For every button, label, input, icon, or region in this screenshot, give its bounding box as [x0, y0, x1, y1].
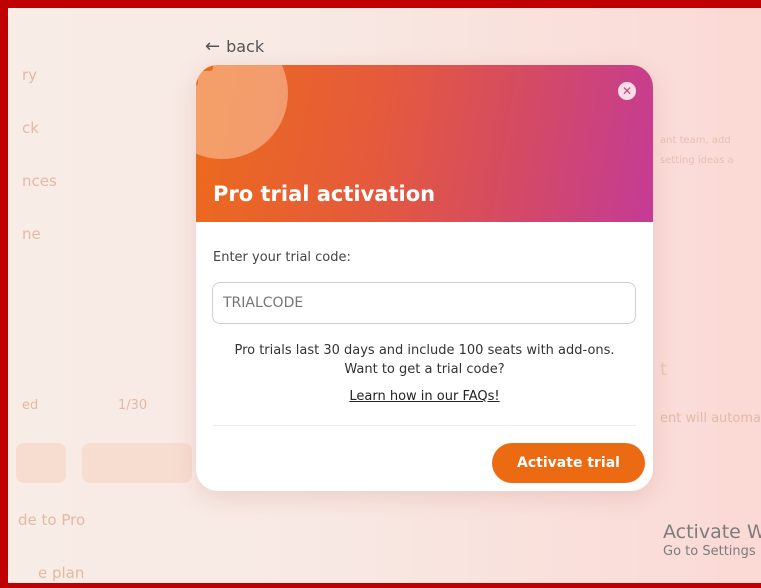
activation-watermark: Activate W [663, 521, 761, 543]
trial-info-text: Pro trials last 30 days and include 100 … [196, 341, 653, 379]
bg-right-text: ent will automat [660, 411, 761, 426]
bg-upgrade-link: de to Pro [18, 511, 86, 529]
faq-link[interactable]: Learn how in our FAQs! [349, 389, 499, 404]
bg-box [16, 443, 66, 483]
app-window: ry ck nces ne ed 1/30 de to Pro e plan a… [0, 0, 761, 588]
trial-info-line: Want to get a trial code? [344, 362, 505, 377]
bg-menu-item-1: ry [22, 66, 38, 84]
modal-header: ✕ Pro trial activation [196, 65, 653, 222]
activation-watermark-sub: Go to Settings [663, 544, 756, 559]
bg-menu-item-4: ne [22, 225, 41, 243]
plus-icon [196, 65, 213, 71]
activate-trial-button[interactable]: Activate trial [492, 443, 645, 483]
trial-info-line: Pro trials last 30 days and include 100 … [234, 343, 615, 358]
plus-badge [196, 65, 288, 159]
trial-code-input[interactable] [212, 282, 636, 324]
divider [213, 425, 636, 426]
bg-plan-link: e plan [38, 564, 85, 582]
bg-stat-label: ed [22, 398, 39, 413]
faq-link-row: Learn how in our FAQs! [196, 389, 653, 404]
modal-title: Pro trial activation [213, 182, 436, 206]
trial-code-label: Enter your trial code: [213, 250, 351, 265]
back-label: back [226, 37, 265, 56]
bg-right-text: ant team, add [660, 135, 731, 146]
bg-menu-item-3: nces [22, 172, 57, 190]
arrow-left-icon: ← [205, 35, 221, 57]
back-link[interactable]: ← back [205, 37, 264, 56]
bg-right-title: t [660, 359, 668, 380]
bg-stat-value: 1/30 [118, 398, 148, 413]
trial-activation-modal: ✕ Pro trial activation Enter your trial … [196, 65, 653, 491]
close-icon[interactable]: ✕ [618, 82, 636, 100]
bg-box [82, 443, 192, 483]
bg-right-text: setting ideas a [660, 155, 734, 166]
bg-menu-item-2: ck [22, 119, 39, 137]
